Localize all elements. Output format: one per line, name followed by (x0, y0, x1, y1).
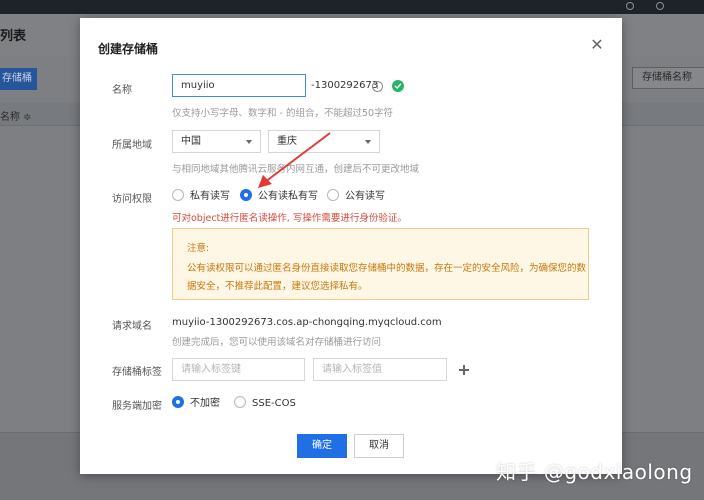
annotation-arrow (258, 132, 331, 188)
watermark: 知乎 @godxiaolong (496, 460, 693, 484)
